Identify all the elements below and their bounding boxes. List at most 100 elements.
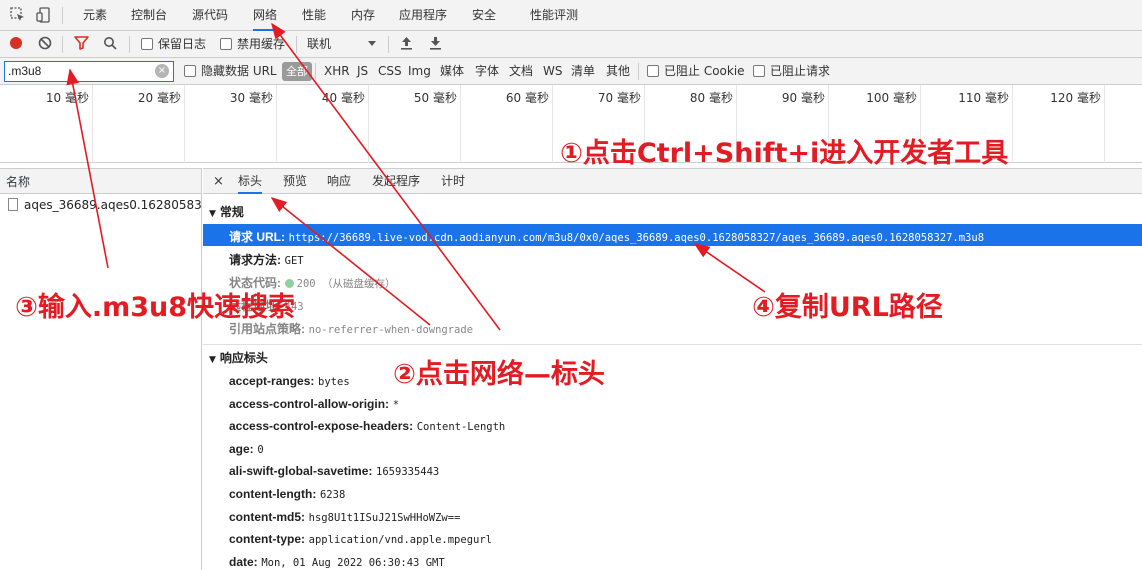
tab-response[interactable]: 响应 [327,169,351,194]
clear-icon[interactable] [38,31,52,58]
blocked-requests-label: 已阻止请求 [770,64,831,78]
header-value: application/vnd.apple.mpegurl [308,534,492,546]
filter-type-img[interactable]: Img [408,58,431,85]
hide-data-urls-checkbox[interactable]: 隐藏数据 URL [184,58,277,85]
annotation-step4: ④复制URL路径 [752,292,943,323]
filter-input[interactable]: .m3u8 [4,61,174,82]
checkbox-box[interactable] [141,38,153,50]
request-url-value[interactable]: https://36689.live-vod.cdn.aodianyun.com… [289,232,984,244]
filter-type-css[interactable]: CSS [378,58,402,85]
divider [388,36,389,53]
device-toolbar-icon[interactable] [36,7,52,23]
disable-cache-checkbox[interactable]: 禁用缓存 [220,31,285,58]
general-section-header[interactable]: ▼ 常规 [209,203,244,220]
request-name: aqes_36689.aqes0.162805832... [24,198,201,212]
response-header-row: access-control-allow-origin: * [229,397,399,411]
checkbox-box[interactable] [220,38,232,50]
annotation-step2: ②点击网络—标头 [393,359,605,390]
checkbox-box[interactable] [184,65,196,77]
timeline-tick-label: 30 毫秒 [229,91,273,105]
filter-type-ws[interactable]: WS [543,58,562,85]
request-url-row[interactable]: 请求 URL: https://36689.live-vod.cdn.aodia… [203,224,1142,246]
filter-type-other[interactable]: 其他 [606,58,630,85]
referrer-key: 引用站点策略: [229,322,305,336]
filter-type-media[interactable]: 媒体 [440,58,464,85]
header-value: bytes [318,376,350,388]
close-icon[interactable]: × [213,169,224,194]
header-key: ali-swift-global-savetime: [229,464,373,478]
filter-bar: .m3u8 × 隐藏数据 URL 全部 XHR JS CSS Img 媒体 字体… [0,58,1142,85]
checkbox-box[interactable] [753,65,765,77]
export-har-icon[interactable] [429,31,442,58]
annotation-step1: ①点击Ctrl+Shift+i进入开发者工具 [560,138,1009,169]
throttling-value: 联机 [307,37,332,51]
devtools-tab-bar: 元素 控制台 源代码 网络 性能 内存 应用程序 安全 性能评测 [0,0,1142,31]
header-value: hsg8U1t1ISuJ21SwHHoWZw== [308,512,461,524]
search-icon[interactable] [103,31,117,58]
divider [62,7,63,24]
header-key: age: [229,442,254,456]
name-column-header[interactable]: 名称 [0,168,201,194]
tab-console[interactable]: 控制台 [131,0,167,31]
timeline-tick-label: 40 毫秒 [321,91,365,105]
timeline-gridline [1012,85,1013,163]
filter-icon[interactable] [74,31,89,58]
request-method: 请求方法: GET [229,251,304,268]
request-url-key: 请求 URL: [229,230,285,244]
tab-lighthouse[interactable]: 性能评测 [530,0,578,31]
tab-timing[interactable]: 计时 [441,169,465,194]
filter-type-manifest[interactable]: 清单 [571,58,595,85]
divider [62,36,63,53]
tab-headers[interactable]: 标头 [238,169,263,194]
referrer-value: no-referrer-when-downgrade [308,324,474,336]
tab-initiator[interactable]: 发起程序 [372,169,420,194]
expand-triangle-icon: ▼ [209,355,216,365]
timeline-gridline [276,85,277,163]
clear-filter-icon[interactable]: × [155,64,169,78]
filter-all-button[interactable]: 全部 [282,62,312,81]
filter-type-js[interactable]: JS [357,58,368,85]
tab-security[interactable]: 安全 [472,0,496,31]
throttling-select[interactable]: 联机 [307,31,331,58]
header-value: 0 [257,444,264,456]
timeline-tick-label: 50 毫秒 [413,91,457,105]
inspect-element-icon[interactable] [10,7,26,23]
timeline-tick-label: 10 毫秒 [45,91,89,105]
request-row[interactable]: aqes_36689.aqes0.162805832... [0,194,201,216]
preserve-log-checkbox[interactable]: 保留日志 [141,31,206,58]
timeline-tick-label: 70 毫秒 [597,91,641,105]
filter-type-font[interactable]: 字体 [475,58,499,85]
blocked-cookies-checkbox[interactable]: 已阻止 Cookie [647,58,745,85]
chevron-down-icon[interactable] [367,31,377,58]
timeline-tick-label: 90 毫秒 [781,91,825,105]
timeline-tick-label: 100 毫秒 [866,91,917,105]
disable-cache-label: 禁用缓存 [237,37,286,51]
header-key: content-length: [229,487,317,501]
tab-elements[interactable]: 元素 [83,0,107,31]
tab-network[interactable]: 网络 [253,0,278,31]
response-headers-section-header[interactable]: ▼ 响应标头 [209,349,268,366]
tab-memory[interactable]: 内存 [351,0,375,31]
divider [315,63,316,80]
header-key: accept-ranges: [229,374,315,388]
preserve-log-label: 保留日志 [158,37,207,51]
tab-application[interactable]: 应用程序 [399,0,447,31]
header-value: Mon, 01 Aug 2022 06:30:43 GMT [261,557,445,569]
blocked-requests-checkbox[interactable]: 已阻止请求 [753,58,830,85]
tab-preview[interactable]: 预览 [283,169,307,194]
record-button[interactable] [9,31,23,58]
timeline-tick-label: 80 毫秒 [689,91,733,105]
annotation-step3: ③输入.m3u8快速搜索 [15,292,296,323]
import-har-icon[interactable] [400,31,413,58]
response-header-row: content-length: 6238 [229,487,345,501]
filter-type-xhr[interactable]: XHR [324,58,350,85]
filter-type-doc[interactable]: 文档 [509,58,533,85]
timeline-gridline [552,85,553,163]
divider [203,344,1142,345]
tab-performance[interactable]: 性能 [302,0,326,31]
network-toolbar: 保留日志 禁用缓存 联机 [0,31,1142,58]
response-header-row: date: Mon, 01 Aug 2022 06:30:43 GMT [229,555,445,569]
tab-sources[interactable]: 源代码 [192,0,228,31]
timeline-tick-label: 20 毫秒 [137,91,181,105]
checkbox-box[interactable] [647,65,659,77]
